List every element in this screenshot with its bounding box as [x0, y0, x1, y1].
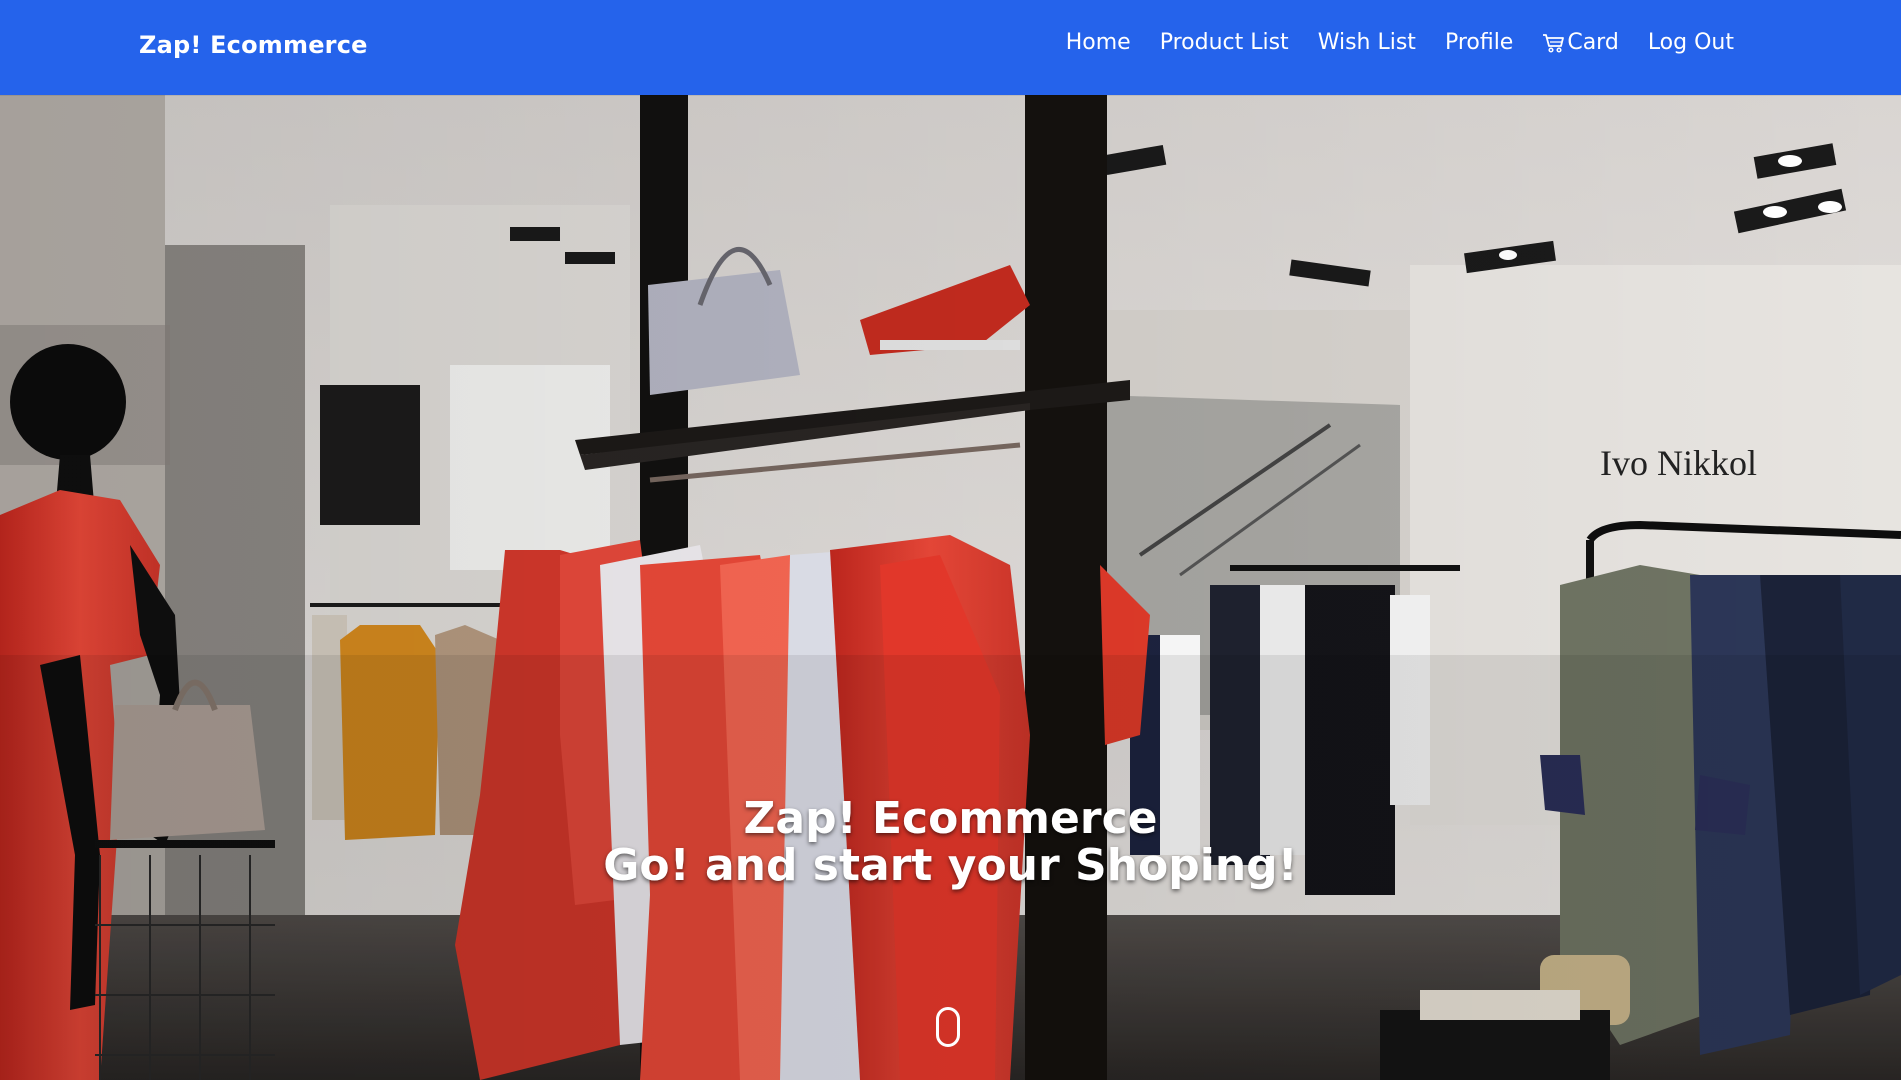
nav-links: Home Product List Wish List Profile Card…	[1066, 30, 1734, 55]
nav-home[interactable]: Home	[1066, 30, 1131, 55]
store-background-image: Ivo Nikkol	[0, 95, 1901, 1080]
brand-logo[interactable]: Zap! Ecommerce	[139, 31, 368, 59]
nav-cart-label: Card	[1567, 30, 1619, 55]
cart-icon	[1543, 33, 1565, 53]
navbar: Zap! Ecommerce Home Product List Wish Li…	[0, 0, 1901, 95]
nav-wish-list[interactable]: Wish List	[1318, 30, 1416, 55]
nav-cart[interactable]: Card	[1542, 30, 1619, 55]
nav-profile[interactable]: Profile	[1445, 30, 1513, 55]
hero-subtitle: Go! and start your Shoping!	[603, 840, 1298, 891]
hero-title: Zap! Ecommerce	[743, 793, 1158, 844]
nav-log-out[interactable]: Log Out	[1648, 30, 1734, 55]
nav-product-list[interactable]: Product List	[1160, 30, 1289, 55]
mouse-scroll-icon[interactable]	[936, 1007, 960, 1047]
hero-section: Ivo Nikkol Zap! Ecommerce Go! and start …	[0, 95, 1901, 1080]
